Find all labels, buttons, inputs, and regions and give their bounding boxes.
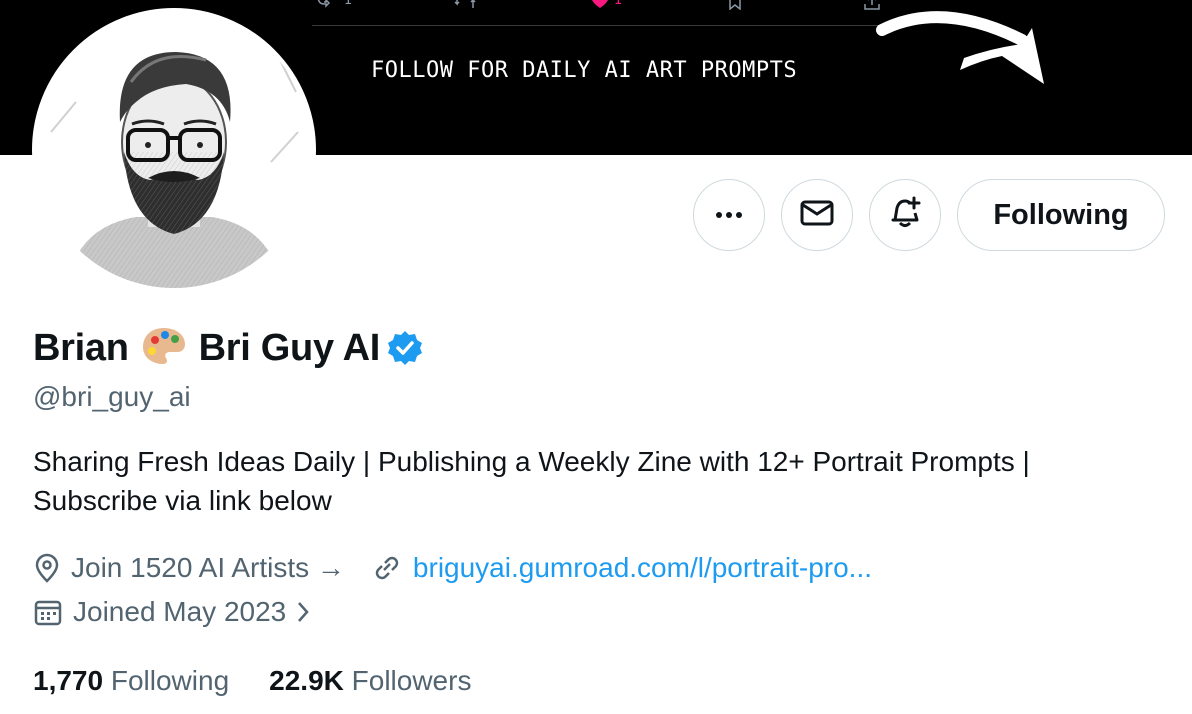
following-label: Following bbox=[110, 665, 230, 696]
profile-meta-row: Join 1520 AI Artists → briguyai.gumroad.… bbox=[33, 548, 872, 588]
profile-website-link[interactable]: briguyai.gumroad.com/l/portrait-pro... bbox=[413, 552, 872, 584]
profile-actions: Following bbox=[0, 179, 1192, 251]
profile-location: Join 1520 AI Artists → bbox=[71, 552, 345, 583]
retweet-icon bbox=[454, 0, 476, 12]
bell-plus-icon bbox=[888, 196, 922, 235]
followers-label: Followers bbox=[351, 665, 472, 696]
display-name-first: Brian bbox=[33, 326, 129, 369]
location-pin-icon bbox=[33, 553, 61, 583]
following-stat-link[interactable]: 1,770 Following bbox=[33, 665, 229, 697]
profile-stats: 1,770 Following 22.9K Followers bbox=[33, 661, 511, 701]
reply-count: 1 bbox=[344, 0, 353, 8]
curved-arrow-icon bbox=[872, 0, 1052, 105]
like-count: 1 bbox=[614, 0, 623, 8]
notifications-button[interactable] bbox=[869, 179, 941, 251]
followers-count: 22.9K bbox=[269, 665, 344, 696]
verified-badge-icon bbox=[386, 329, 424, 367]
profile-name-row: Brian Bri Guy AI bbox=[33, 324, 424, 372]
profile-handle: @bri_guy_ai bbox=[33, 381, 191, 412]
calendar-icon bbox=[33, 597, 63, 627]
artist-palette-icon bbox=[141, 326, 187, 371]
link-icon bbox=[371, 553, 403, 583]
bookmark-icon bbox=[728, 0, 742, 14]
profile-joined-row[interactable]: Joined May 2023 bbox=[33, 592, 320, 632]
following-count: 1,770 bbox=[33, 665, 104, 696]
reply-icon bbox=[316, 0, 332, 12]
profile-joined-date: Joined May 2023 bbox=[73, 596, 287, 627]
bio-line-2: Subscribe via link below bbox=[33, 485, 332, 516]
more-button[interactable] bbox=[693, 179, 765, 251]
chevron-right-icon bbox=[296, 600, 310, 624]
bio-line-1: Sharing Fresh Ideas Daily | Publishing a… bbox=[33, 446, 1030, 477]
more-icon bbox=[715, 206, 743, 224]
like-icon bbox=[590, 0, 610, 12]
message-button[interactable] bbox=[781, 179, 853, 251]
banner-text: FOLLOW FOR DAILY AI ART PROMPTS bbox=[371, 58, 798, 83]
banner-tweet-actions: 1 1 bbox=[312, 0, 892, 26]
profile-bio: Sharing Fresh Ideas Daily | Publishing a… bbox=[33, 442, 1143, 520]
following-button[interactable]: Following bbox=[957, 179, 1165, 251]
followers-stat-link[interactable]: 22.9K Followers bbox=[269, 665, 471, 697]
display-name-rest: Bri Guy AI bbox=[198, 326, 381, 369]
envelope-icon bbox=[800, 199, 834, 232]
